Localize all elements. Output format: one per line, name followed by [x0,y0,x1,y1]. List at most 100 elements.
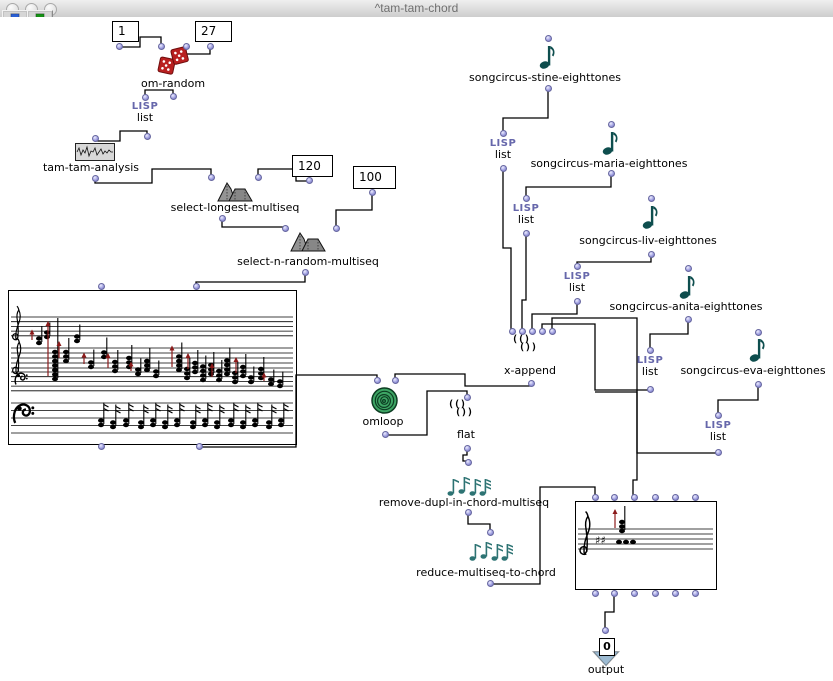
inlet-dot[interactable] [158,43,165,50]
number-box-120[interactable]: 120 [292,155,333,177]
outlet-dot[interactable] [219,215,226,222]
patch-cord[interactable] [503,169,511,329]
outlet-dot[interactable] [608,170,615,177]
inlet-dot[interactable] [647,347,654,354]
patch-cord[interactable] [95,131,147,141]
patch-cord[interactable] [468,513,490,530]
outlet-dot[interactable] [672,590,679,597]
patch-cord[interactable] [503,89,548,131]
notes-group-icon[interactable] [446,472,492,498]
patch-cord[interactable] [532,302,577,329]
inlet-dot[interactable] [208,174,215,181]
outlet-dot[interactable] [545,85,552,92]
outlet-dot[interactable] [196,443,203,450]
inlet-dot[interactable] [755,329,762,336]
outlet-dot[interactable] [685,316,692,323]
lisp-list-1[interactable]: LISPlist [483,138,523,161]
patch-cord[interactable] [336,193,372,226]
inlet-dot[interactable] [333,225,340,232]
patch-canvas[interactable]: ♯♯127120100om-randomLISPlisttam-tam-anal… [0,17,833,681]
inlet-dot[interactable] [715,412,722,419]
inlet-dot[interactable] [374,377,381,384]
outlet-dot[interactable] [592,590,599,597]
inlet-dot[interactable] [519,328,526,335]
trapezoid-icon[interactable] [216,180,254,202]
waveform-icon[interactable] [75,143,115,161]
patch-cord[interactable] [222,219,285,227]
inlet-dot[interactable] [465,459,472,466]
inlet-dot[interactable] [487,529,494,536]
outlet-dot[interactable] [98,443,105,450]
number-box-100[interactable]: 100 [353,166,396,189]
inlet-dot[interactable] [685,265,692,272]
outlet-dot[interactable] [611,590,618,597]
inlet-dot[interactable] [602,627,609,634]
lisp-list-4[interactable]: LISPlist [630,355,670,378]
outlet-dot[interactable] [144,133,151,140]
outlet-dot[interactable] [648,251,655,258]
number-box-27[interactable]: 27 [195,21,232,42]
inlet-dot[interactable] [142,94,149,101]
outlet-dot[interactable] [170,93,177,100]
patch-cord[interactable] [522,234,526,329]
patch-cord[interactable] [595,392,637,495]
outlet-dot[interactable] [631,590,638,597]
inlet-dot[interactable] [672,494,679,501]
lisp-list-3[interactable]: LISPlist [557,271,597,294]
inlet-dot[interactable] [464,394,471,401]
outlet-dot[interactable] [652,590,659,597]
inlet-dot[interactable] [549,328,556,335]
eighth-note-icon[interactable] [642,203,660,230]
outlet-dot[interactable] [382,431,389,438]
inlet-dot[interactable] [592,494,599,501]
patch-cord[interactable] [605,595,614,628]
inlet-dot[interactable] [648,195,655,202]
lisp-list-5[interactable]: LISPlist [698,420,738,443]
outlet-dot[interactable] [528,380,535,387]
outlet-dot[interactable] [302,269,309,276]
outlet-dot[interactable] [647,386,654,393]
eighth-note-icon[interactable] [679,273,697,300]
list-parens-icon[interactable]: (()()) [512,336,548,352]
outlet-dot[interactable] [574,298,581,305]
inlet-dot[interactable] [631,494,638,501]
dice-icon[interactable] [156,46,190,76]
outlet-dot[interactable] [369,189,376,196]
patch-cord[interactable] [650,320,688,348]
number-box-1[interactable]: 1 [112,21,139,42]
eighth-note-icon[interactable] [539,43,557,70]
outlet-dot[interactable] [715,449,722,456]
inlet-dot[interactable] [692,494,699,501]
inlet-dot[interactable] [539,328,546,335]
inlet-dot[interactable] [255,174,262,181]
patch-cord[interactable] [718,385,758,413]
inlet-dot[interactable] [98,283,105,290]
eighth-note-icon[interactable] [749,336,767,363]
lisp-list-0[interactable]: LISPlist [125,101,165,124]
inlet-dot[interactable] [545,35,552,42]
outlet-dot[interactable] [465,509,472,516]
multiseq-score-box[interactable] [8,290,297,445]
outlet-dot[interactable] [92,175,99,182]
patch-cord[interactable] [145,90,173,96]
inlet-dot[interactable] [92,135,99,142]
notes-group-icon[interactable] [468,537,514,563]
outlet-dot[interactable] [116,43,123,50]
chord-score-box[interactable]: ♯♯ [575,501,717,590]
output-index-box[interactable]: 0 [599,638,615,656]
inlet-dot[interactable] [574,263,581,270]
inlet-dot[interactable] [183,43,190,50]
patch-cord[interactable] [526,174,611,196]
inlet-dot[interactable] [529,328,536,335]
outlet-dot[interactable] [755,381,762,388]
outlet-dot[interactable] [523,230,530,237]
outlet-dot[interactable] [207,43,214,50]
inlet-dot[interactable] [608,121,615,128]
patch-cord[interactable] [196,273,305,284]
outlet-dot[interactable] [487,580,494,587]
inlet-dot[interactable] [652,494,659,501]
patch-cord[interactable] [552,318,718,453]
spiral-icon[interactable] [371,387,398,414]
inlet-dot[interactable] [509,328,516,335]
outlet-dot[interactable] [500,165,507,172]
